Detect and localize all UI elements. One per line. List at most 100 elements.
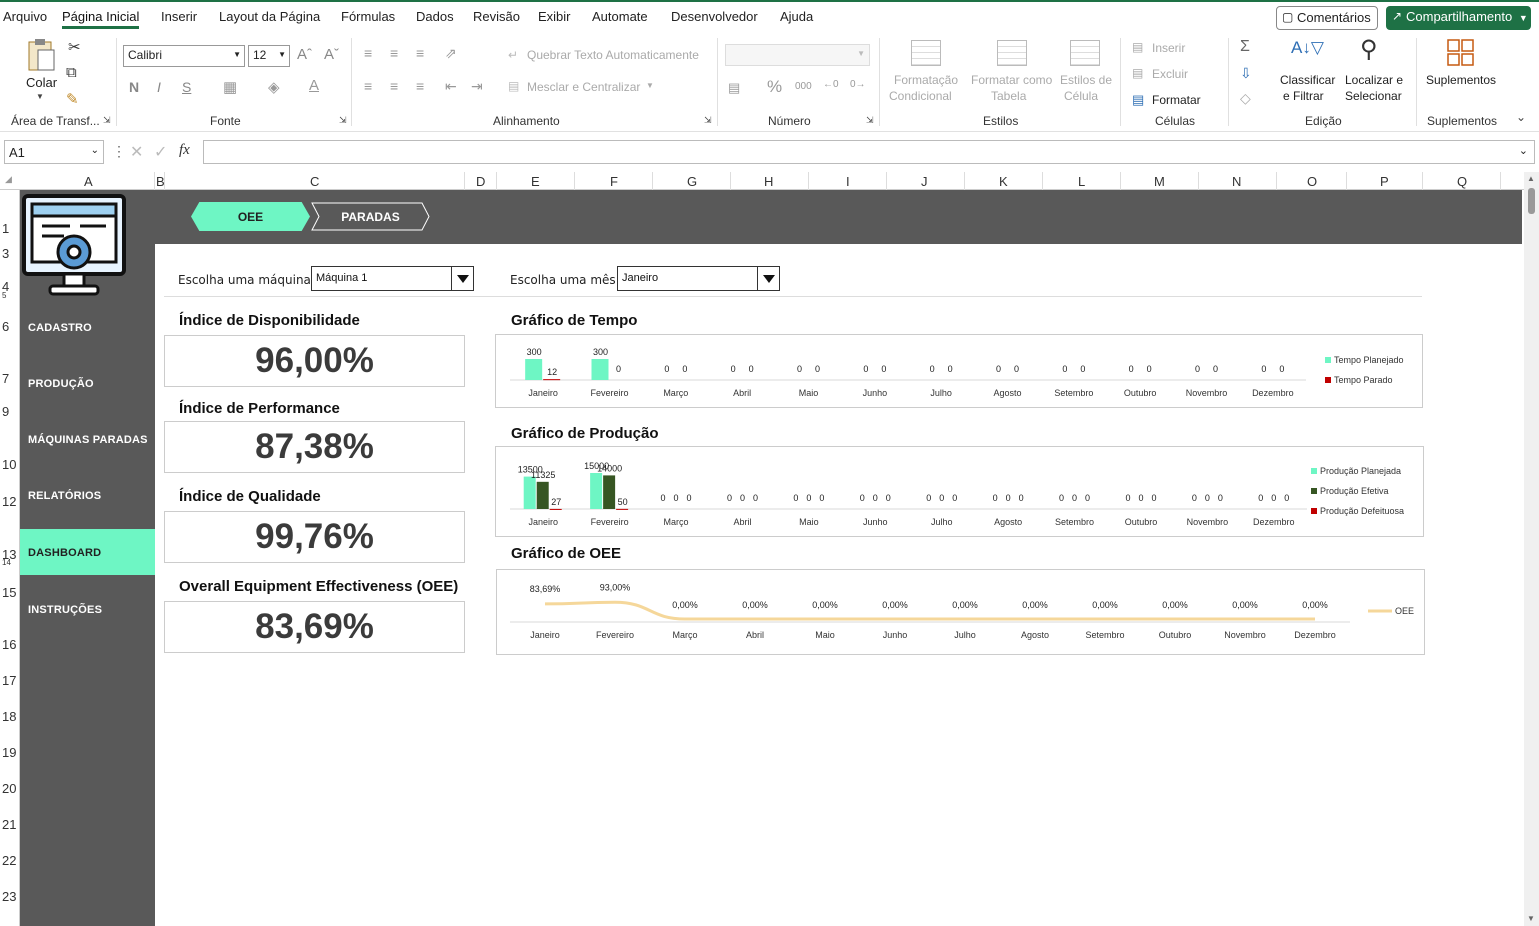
scroll-down-icon[interactable]: ▼ bbox=[1527, 914, 1535, 923]
fill-icon[interactable]: ⇩ bbox=[1240, 65, 1252, 82]
row-header[interactable]: 9 bbox=[2, 404, 9, 419]
share-button[interactable]: ↗ Compartilhamento ▼ bbox=[1386, 6, 1531, 30]
row-header[interactable]: 22 bbox=[2, 853, 16, 868]
name-box[interactable]: A1 ⌄ bbox=[4, 140, 104, 164]
currency-icon[interactable]: ▤ bbox=[728, 80, 740, 96]
column-header[interactable]: Q bbox=[1457, 174, 1467, 189]
cut-icon[interactable]: ✂ bbox=[68, 38, 81, 56]
select-all-icon[interactable]: ◢ bbox=[5, 174, 12, 185]
align-right-icon[interactable]: ≡ bbox=[416, 78, 424, 94]
month-select[interactable]: Janeiro bbox=[617, 266, 780, 291]
dialog-launcher-icon[interactable]: ⇲ bbox=[339, 115, 347, 126]
tab-arquivo[interactable]: Arquivo bbox=[3, 9, 47, 24]
wrap-text-button[interactable]: Quebrar Texto Automaticamente bbox=[527, 48, 699, 62]
row-header[interactable]: 3 bbox=[2, 246, 9, 261]
align-left-icon[interactable]: ≡ bbox=[364, 78, 372, 94]
column-header[interactable]: N bbox=[1232, 174, 1241, 189]
column-header[interactable]: J bbox=[921, 174, 928, 189]
align-top-icon[interactable]: ≡ bbox=[364, 45, 372, 61]
conditional-format-label-2[interactable]: Condicional bbox=[889, 89, 952, 103]
scrollbar-thumb[interactable] bbox=[1528, 188, 1535, 214]
italic-button[interactable]: I bbox=[157, 79, 161, 95]
row-header[interactable]: 12 bbox=[2, 494, 16, 509]
format-painter-icon[interactable]: ✎ bbox=[66, 90, 79, 108]
tab-oee[interactable]: OEE bbox=[191, 202, 310, 231]
insert-function-button[interactable]: fx bbox=[179, 142, 190, 159]
row-header[interactable]: 10 bbox=[2, 457, 16, 472]
paste-label[interactable]: Colar bbox=[26, 75, 57, 90]
row-header[interactable]: 21 bbox=[2, 817, 16, 832]
column-header[interactable]: L bbox=[1078, 174, 1085, 189]
row-header[interactable]: 16 bbox=[2, 637, 16, 652]
percent-icon[interactable]: % bbox=[767, 77, 782, 97]
format-cells-button[interactable]: Formatar bbox=[1152, 93, 1201, 107]
chevron-down-icon[interactable]: ▼ bbox=[646, 81, 654, 90]
row-header[interactable]: 17 bbox=[2, 673, 16, 688]
formula-input[interactable]: ⌄ bbox=[203, 140, 1535, 164]
tab-automate[interactable]: Automate bbox=[592, 9, 648, 24]
row-header[interactable]: 6 bbox=[2, 319, 9, 334]
find-select-label-2[interactable]: Selecionar bbox=[1345, 89, 1402, 103]
enter-icon[interactable]: ✓ bbox=[154, 142, 167, 162]
row-header[interactable]: 1 bbox=[2, 221, 9, 236]
align-middle-icon[interactable]: ≡ bbox=[390, 45, 398, 61]
addins-button[interactable]: Suplementos bbox=[1426, 73, 1496, 87]
column-header[interactable]: P bbox=[1380, 174, 1389, 189]
format-table-label-2[interactable]: Tabela bbox=[991, 89, 1026, 103]
column-header[interactable]: C bbox=[310, 174, 319, 189]
tab-exibir[interactable]: Exibir bbox=[538, 9, 571, 24]
tab-desenvolvedor[interactable]: Desenvolvedor bbox=[671, 9, 758, 24]
thousands-icon[interactable]: 000 bbox=[795, 81, 812, 92]
conditional-format-icon[interactable] bbox=[911, 40, 941, 66]
tab-paradas[interactable]: PARADAS bbox=[311, 202, 430, 231]
tab-ajuda[interactable]: Ajuda bbox=[780, 9, 813, 24]
sort-filter-label-1[interactable]: Classificar bbox=[1280, 73, 1335, 87]
font-color-icon[interactable]: A bbox=[309, 77, 319, 94]
cell-styles-label-2[interactable]: Célula bbox=[1064, 89, 1098, 103]
number-format-select[interactable]: ▼ bbox=[725, 44, 870, 66]
more-options-icon[interactable]: ⋮ bbox=[112, 143, 126, 160]
column-header[interactable]: E bbox=[531, 174, 540, 189]
conditional-format-label-1[interactable]: Formatação bbox=[894, 73, 958, 87]
grow-font-icon[interactable]: Aˆ bbox=[297, 46, 312, 63]
cell-styles-label-1[interactable]: Estilos de bbox=[1060, 73, 1112, 87]
row-header[interactable]: 14 bbox=[2, 558, 11, 567]
addins-icon[interactable] bbox=[1447, 39, 1475, 67]
increase-indent-icon[interactable]: ⇥ bbox=[471, 78, 483, 95]
paste-icon[interactable] bbox=[26, 38, 56, 74]
sort-filter-label-2[interactable]: e Filtrar bbox=[1283, 89, 1324, 103]
row-header[interactable]: 20 bbox=[2, 781, 16, 796]
dialog-launcher-icon[interactable]: ⇲ bbox=[866, 115, 874, 126]
copy-icon[interactable]: ⧉ bbox=[66, 64, 77, 81]
tab-layout[interactable]: Layout da Página bbox=[219, 9, 320, 24]
find-icon[interactable]: ⚲ bbox=[1360, 35, 1378, 64]
sidebar-item-cadastro[interactable]: CADASTRO bbox=[28, 322, 92, 334]
dialog-launcher-icon[interactable]: ⇲ bbox=[103, 115, 111, 126]
column-header[interactable]: M bbox=[1154, 174, 1165, 189]
underline-button[interactable]: S bbox=[182, 79, 191, 95]
increase-decimal-icon[interactable]: ←0 bbox=[823, 79, 839, 90]
tab-pagina-inicial[interactable]: Página Inicial bbox=[62, 9, 140, 29]
tab-inserir[interactable]: Inserir bbox=[161, 9, 197, 24]
merge-center-button[interactable]: Mesclar e Centralizar bbox=[527, 80, 640, 94]
align-bottom-icon[interactable]: ≡ bbox=[416, 45, 424, 61]
column-header[interactable]: H bbox=[764, 174, 773, 189]
column-header[interactable]: D bbox=[476, 174, 485, 189]
format-table-icon[interactable] bbox=[997, 40, 1027, 66]
sidebar-item-relatorios[interactable]: RELATÓRIOS bbox=[28, 490, 101, 502]
dialog-launcher-icon[interactable]: ⇲ bbox=[704, 115, 712, 126]
tab-formulas[interactable]: Fórmulas bbox=[341, 9, 395, 24]
sidebar-item-producao[interactable]: PRODUÇÃO bbox=[28, 378, 94, 390]
column-header[interactable]: O bbox=[1307, 174, 1317, 189]
fill-color-icon[interactable]: ◈ bbox=[268, 78, 280, 96]
cell-styles-icon[interactable] bbox=[1070, 40, 1100, 66]
format-table-label-1[interactable]: Formatar como bbox=[971, 73, 1052, 87]
decrease-indent-icon[interactable]: ⇤ bbox=[445, 78, 457, 95]
sort-filter-icon[interactable]: A↓▽ bbox=[1291, 38, 1324, 58]
borders-icon[interactable]: ▦ bbox=[223, 78, 237, 96]
delete-cells-button[interactable]: Excluir bbox=[1152, 67, 1188, 81]
orientation-icon[interactable]: ⇗ bbox=[445, 45, 457, 62]
clear-icon[interactable]: ◇ bbox=[1240, 90, 1251, 107]
row-header[interactable]: 23 bbox=[2, 889, 16, 904]
decrease-decimal-icon[interactable]: 0→ bbox=[850, 79, 866, 90]
